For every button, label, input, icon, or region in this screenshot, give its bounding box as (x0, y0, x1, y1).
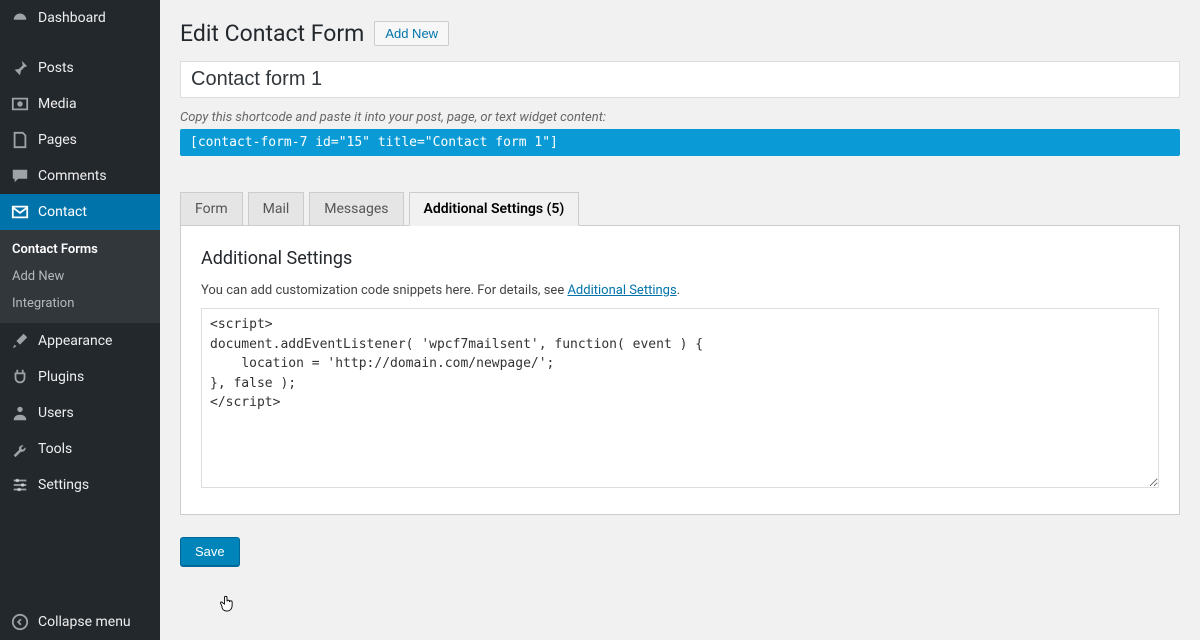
sidebar-item-pages[interactable]: Pages (0, 122, 160, 158)
sidebar-item-settings[interactable]: Settings (0, 467, 160, 503)
user-icon (10, 403, 30, 423)
sidebar-item-label: Tools (38, 441, 72, 457)
submenu-item-integration[interactable]: Integration (0, 290, 160, 317)
sidebar-item-media[interactable]: Media (0, 86, 160, 122)
page-icon (10, 130, 30, 150)
mail-icon (10, 202, 30, 222)
main-content: Edit Contact Form Add New Copy this shor… (160, 0, 1200, 640)
submenu-item-contact-forms[interactable]: Contact Forms (0, 236, 160, 263)
shortcode-box[interactable]: [contact-form-7 id="15" title="Contact f… (180, 129, 1180, 156)
sidebar-item-appearance[interactable]: Appearance (0, 323, 160, 359)
sidebar-item-label: Media (38, 96, 77, 112)
tab-messages[interactable]: Messages (309, 192, 403, 226)
sidebar-item-users[interactable]: Users (0, 395, 160, 431)
brush-icon (10, 331, 30, 351)
media-icon (10, 94, 30, 114)
sidebar-item-label: Posts (38, 60, 74, 76)
sidebar-item-label: Users (38, 405, 74, 421)
shortcode-hint: Copy this shortcode and paste it into yo… (180, 110, 1180, 125)
comment-icon (10, 166, 30, 186)
tab-bar: Form Mail Messages Additional Settings (… (180, 192, 1180, 226)
sidebar-item-label: Pages (38, 132, 77, 148)
save-button[interactable]: Save (180, 537, 240, 566)
sidebar-item-comments[interactable]: Comments (0, 158, 160, 194)
additional-settings-textarea[interactable] (201, 308, 1159, 488)
wrench-icon (10, 439, 30, 459)
sidebar-item-label: Contact (38, 204, 87, 220)
sidebar-item-label: Settings (38, 477, 89, 493)
sidebar-item-plugins[interactable]: Plugins (0, 359, 160, 395)
submenu-item-add-new[interactable]: Add New (0, 263, 160, 290)
collapse-label: Collapse menu (38, 614, 131, 630)
add-new-button[interactable]: Add New (374, 21, 449, 46)
sidebar-item-label: Dashboard (38, 10, 106, 26)
admin-sidebar: Dashboard Posts Media Pages Comments Con… (0, 0, 160, 640)
collapse-menu[interactable]: Collapse menu (0, 604, 160, 640)
sidebar-item-tools[interactable]: Tools (0, 431, 160, 467)
settings-panel: Additional Settings You can add customiz… (180, 225, 1180, 515)
sidebar-item-dashboard[interactable]: Dashboard (0, 0, 160, 36)
sidebar-item-contact[interactable]: Contact (0, 194, 160, 230)
tab-additional-settings[interactable]: Additional Settings (5) (409, 192, 580, 226)
tab-form[interactable]: Form (180, 192, 243, 226)
dashboard-icon (10, 8, 30, 28)
additional-settings-link[interactable]: Additional Settings (567, 283, 676, 298)
sidebar-submenu: Contact Forms Add New Integration (0, 230, 160, 323)
collapse-icon (10, 612, 30, 632)
pin-icon (10, 58, 30, 78)
sidebar-item-label: Comments (38, 168, 107, 184)
panel-heading: Additional Settings (201, 248, 1159, 269)
sidebar-item-label: Appearance (38, 333, 112, 349)
panel-intro: You can add customization code snippets … (201, 283, 1159, 298)
sidebar-item-label: Plugins (38, 369, 84, 385)
form-title-input[interactable] (180, 61, 1180, 98)
plug-icon (10, 367, 30, 387)
sliders-icon (10, 475, 30, 495)
page-title: Edit Contact Form (180, 20, 364, 47)
tab-mail[interactable]: Mail (248, 192, 305, 226)
sidebar-item-posts[interactable]: Posts (0, 50, 160, 86)
